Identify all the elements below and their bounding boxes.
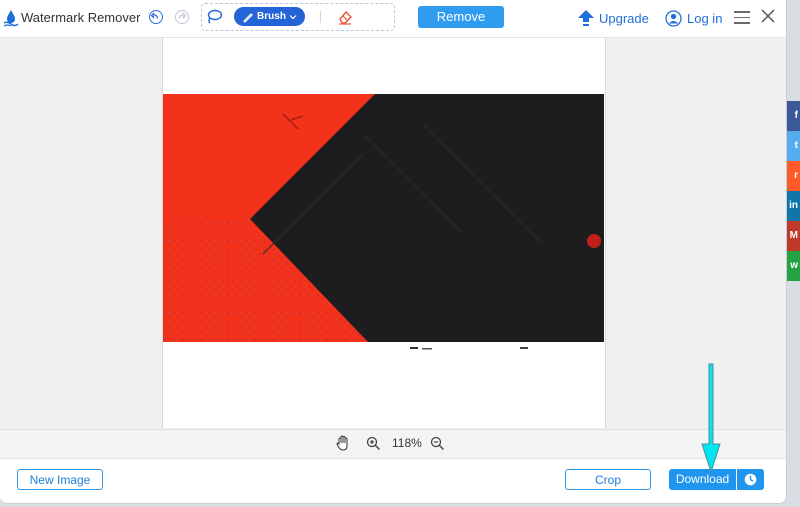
zoom-in-icon[interactable] [366,436,381,451]
lasso-tool-icon[interactable] [205,8,223,26]
close-icon[interactable] [760,8,776,24]
linkedin-icon[interactable]: in [787,191,800,221]
annotation-arrow-icon [701,363,721,474]
brush-tool-button[interactable]: Brush [234,7,305,26]
undo-icon [150,12,159,19]
redo-icon [178,12,187,19]
upgrade-link[interactable]: Upgrade [577,8,649,28]
brush-label: Brush [257,11,286,22]
twitter-icon[interactable]: t [787,131,800,161]
social-share-rail: f t r in M w [787,101,800,281]
edited-image[interactable] [163,94,604,342]
chevron-down-icon [289,14,297,19]
clock-icon [744,473,757,486]
brush-icon [243,12,253,23]
image-artifacts [410,347,528,350]
download-history-button[interactable] [737,469,764,490]
new-image-button[interactable]: New Image [17,469,103,490]
remove-button[interactable]: Remove [418,6,504,28]
app-logo-icon [3,10,19,27]
login-label: Log in [687,10,723,26]
redo-button[interactable] [175,10,189,24]
upgrade-arrow-icon [578,10,594,26]
undo-button[interactable] [149,10,163,24]
menu-icon[interactable] [734,11,750,24]
crop-button[interactable]: Crop [565,469,651,490]
hand-pan-icon[interactable] [336,435,350,451]
toolbar-divider [320,11,321,23]
login-link[interactable]: Log in [665,8,722,28]
zoom-out-icon[interactable] [430,436,445,451]
gmail-icon[interactable]: M [787,221,800,251]
zoom-level: 118% [392,436,422,450]
eraser-tool-icon[interactable] [336,8,354,26]
user-avatar-icon [665,9,682,27]
app-window: Watermark Remover Brush Remove Upgrade L… [0,0,787,504]
facebook-icon[interactable]: f [787,101,800,131]
app-title: Watermark Remover [21,10,141,25]
reddit-icon[interactable]: r [787,161,800,191]
whatsapp-icon[interactable]: w [787,251,800,281]
upgrade-label: Upgrade [599,10,649,26]
